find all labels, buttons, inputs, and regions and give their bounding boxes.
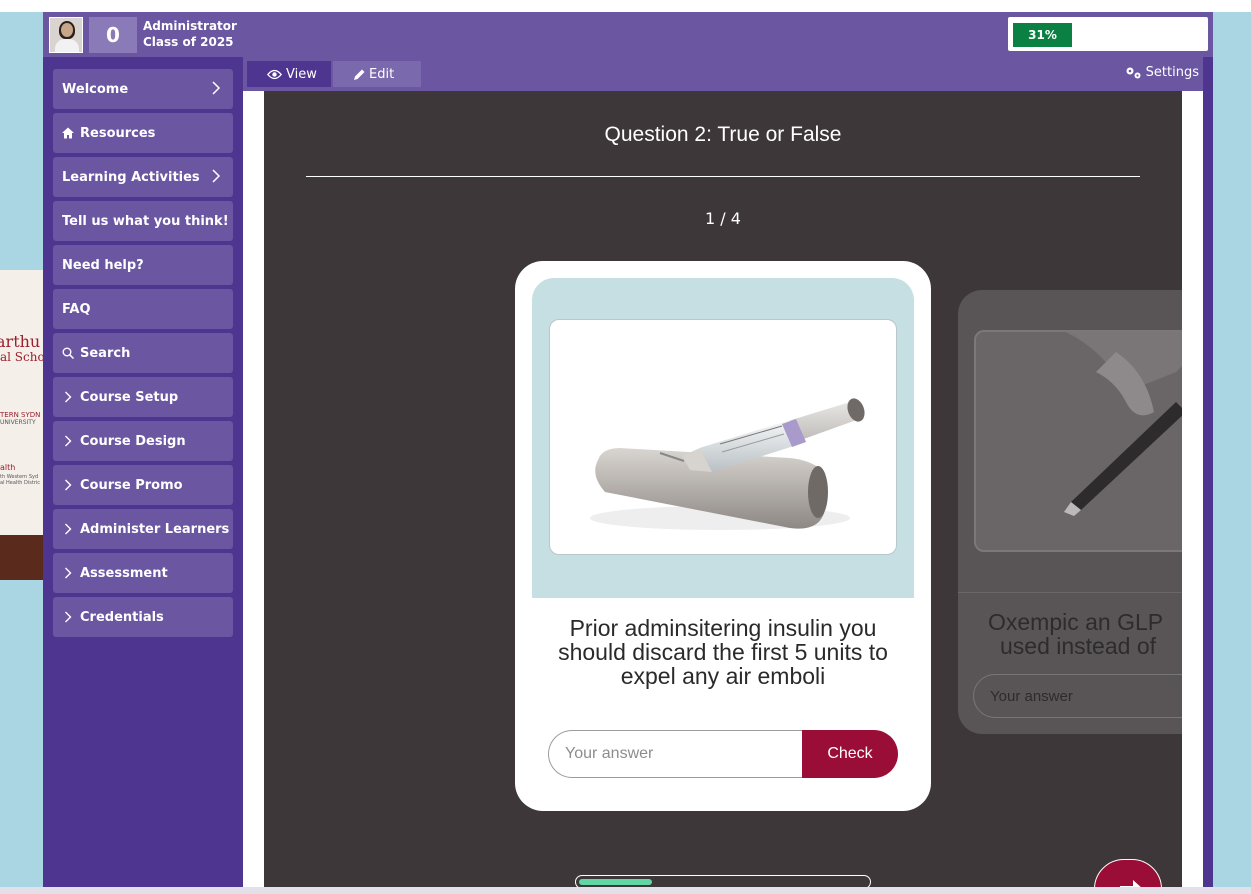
sidebar-item-label: Tell us what you think! xyxy=(62,213,229,229)
chevron-right-icon xyxy=(212,81,221,95)
chevron-right-icon xyxy=(65,435,72,447)
chevron-right-icon xyxy=(212,169,221,183)
tab-view-label: View xyxy=(286,66,317,82)
browser-top-strip xyxy=(0,0,1251,12)
view-edit-tabbar: View Edit Settings xyxy=(243,57,1203,91)
course-progress-bar: 31% xyxy=(1008,17,1208,51)
sidebar-item-label: Administer Learners xyxy=(80,521,230,537)
sidebar-item-label: Course Setup xyxy=(80,389,179,405)
card-image-panel xyxy=(532,278,914,598)
chevron-right-icon xyxy=(65,567,72,579)
sidebar-item-assessment[interactable]: Assessment xyxy=(53,553,233,593)
next-card-question-text: Oxempic an GLP used instead of xyxy=(988,610,1182,658)
quiz-stage: Question 2: True or False 1 / 4 Prior ad… xyxy=(264,91,1182,887)
arrow-right-icon xyxy=(1120,880,1141,887)
card-pager[interactable] xyxy=(575,875,871,887)
card-divider xyxy=(958,592,1182,593)
settings-button[interactable]: Settings xyxy=(1125,65,1199,80)
pen-in-hand-image xyxy=(974,330,1182,552)
insulin-pen-illustration xyxy=(590,398,865,530)
chevron-right-icon xyxy=(65,479,72,491)
divider xyxy=(306,176,1140,177)
background-sign-text: TERN SYDN xyxy=(0,411,41,419)
sidebar-item-resources[interactable]: Resources xyxy=(53,113,233,153)
sidebar-item-label: FAQ xyxy=(62,301,91,317)
avatar-face xyxy=(61,23,73,37)
background-wood-panel xyxy=(0,535,44,580)
background-sign-text: al Schoo xyxy=(0,350,44,364)
tab-edit-label: Edit xyxy=(369,66,395,82)
sidebar-item-welcome[interactable]: Welcome xyxy=(53,69,233,109)
sidebar-item-learning-activities[interactable]: Learning Activities xyxy=(53,157,233,197)
progress-fill: 31% xyxy=(1013,23,1072,47)
card-question-text: Prior adminsitering insulin you should d… xyxy=(558,615,888,689)
gears-icon xyxy=(1126,67,1141,78)
question-title: Question 2: True or False xyxy=(604,123,842,146)
settings-label: Settings xyxy=(1145,65,1199,80)
eye-icon xyxy=(267,69,282,79)
sidebar-item-administer-learners[interactable]: Administer Learners xyxy=(53,509,233,549)
flashcard-next[interactable]: Oxempic an GLP used instead of Your answ… xyxy=(958,290,1182,734)
points-badge: 0 xyxy=(89,17,137,53)
chevron-right-icon xyxy=(65,391,72,403)
sidebar-item-feedback[interactable]: Tell us what you think! xyxy=(53,201,233,241)
avatar[interactable] xyxy=(49,17,83,53)
answer-input[interactable]: Your answer xyxy=(548,730,808,778)
sidebar-item-label: Credentials xyxy=(80,609,164,625)
sidebar-item-course-promo[interactable]: Course Promo xyxy=(53,465,233,505)
home-icon xyxy=(62,127,74,139)
chevron-right-icon xyxy=(65,611,72,623)
sidebar-item-label: Assessment xyxy=(80,565,168,581)
next-card-answer-input: Your answer xyxy=(973,674,1182,718)
background-sign-text: alth xyxy=(0,463,16,472)
sidebar-item-label: Search xyxy=(80,345,131,361)
card-counter: 1 / 4 xyxy=(705,209,741,228)
sidebar-item-faq[interactable]: FAQ xyxy=(53,289,233,329)
pencil-icon xyxy=(354,69,365,80)
search-icon xyxy=(62,347,74,359)
next-card-question-line: Oxempic an GLP xyxy=(988,609,1164,635)
user-name: Administrator xyxy=(143,19,237,33)
next-card-button[interactable] xyxy=(1094,859,1162,887)
sidebar-item-label: Course Design xyxy=(80,433,186,449)
sidebar-item-label: Course Promo xyxy=(80,477,183,493)
user-class: Class of 2025 xyxy=(143,35,234,49)
next-card-question-line: used instead of xyxy=(1000,633,1157,659)
sidebar-item-help[interactable]: Need help? xyxy=(53,245,233,285)
sidebar-item-credentials[interactable]: Credentials xyxy=(53,597,233,637)
pen-in-hand-illustration xyxy=(1064,332,1182,516)
tab-edit[interactable]: Edit xyxy=(333,61,421,87)
background-sign-text: al Health Distric xyxy=(0,480,41,486)
check-button[interactable]: Check xyxy=(802,730,898,778)
sidebar-item-label: Need help? xyxy=(62,257,144,273)
sidebar-item-search[interactable]: Search xyxy=(53,333,233,373)
app-window: 0 Administrator Class of 2025 31% Welcom… xyxy=(43,12,1213,887)
sidebar-item-course-setup[interactable]: Course Setup xyxy=(53,377,233,417)
avatar-body xyxy=(55,39,79,52)
chevron-right-icon xyxy=(65,523,72,535)
sidebar-item-label: Welcome xyxy=(62,81,129,97)
insulin-pen-image xyxy=(549,319,897,555)
sidebar-item-course-design[interactable]: Course Design xyxy=(53,421,233,461)
top-header: 0 Administrator Class of 2025 31% xyxy=(43,12,1213,57)
background-sign-text: arthu xyxy=(0,332,41,351)
bottom-strip xyxy=(0,887,1251,894)
pager-fill xyxy=(579,879,652,885)
sidebar-item-label: Resources xyxy=(80,125,156,141)
user-info: Administrator Class of 2025 xyxy=(143,18,237,50)
main-content: Question 2: True or False 1 / 4 Prior ad… xyxy=(243,91,1203,887)
background-sign-text: UNIVERSITY xyxy=(0,419,36,426)
background-photo: arthu al Schoo TERN SYDN UNIVERSITY alth… xyxy=(0,270,44,580)
tab-view[interactable]: View xyxy=(247,61,331,87)
sidebar-item-label: Learning Activities xyxy=(62,169,200,185)
sidebar: Welcome Resources Learning Activities Te… xyxy=(53,69,233,641)
flashcard-current: Prior adminsitering insulin you should d… xyxy=(515,261,931,811)
